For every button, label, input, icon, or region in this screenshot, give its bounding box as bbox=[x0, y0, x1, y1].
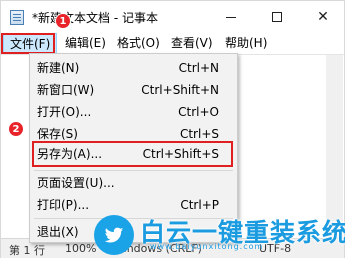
twitter-bird-logo bbox=[94, 215, 134, 255]
watermark: 白云一键重装系统 www.baiyunxitong.com bbox=[94, 213, 345, 255]
menu-item-new-window[interactable]: 新窗口(W) Ctrl+Shift+N bbox=[30, 79, 237, 101]
menu-item-label: 退出(X) bbox=[37, 225, 79, 239]
step-badge-1: 1 bbox=[55, 13, 71, 29]
menu-edit[interactable]: 编辑(E) bbox=[59, 33, 112, 54]
menu-item-shortcut: Ctrl+O bbox=[178, 105, 219, 119]
menu-format[interactable]: 格式(O) bbox=[111, 33, 166, 54]
title-bar: *新建文本文档 - 记事本 ✕ bbox=[1, 1, 344, 33]
menu-item-new[interactable]: 新建(N) Ctrl+N bbox=[30, 57, 237, 79]
menu-item-label: 新窗口(W) bbox=[37, 83, 95, 97]
maximize-icon bbox=[272, 12, 282, 22]
menu-help[interactable]: 帮助(H) bbox=[219, 33, 273, 54]
menu-item-shortcut: Ctrl+Shift+N bbox=[141, 83, 219, 97]
status-position: 第 1 行 bbox=[9, 244, 45, 257]
menu-item-label: 打开(O)... bbox=[37, 105, 92, 119]
step-badge-2: 2 bbox=[8, 121, 24, 137]
watermark-url: www.baiyunxitong.com bbox=[150, 242, 264, 251]
menu-item-label: 打印(P)... bbox=[37, 198, 90, 212]
notepad-icon bbox=[10, 10, 24, 25]
window-title: *新建文本文档 - 记事本 bbox=[32, 11, 158, 25]
menu-item-page-setup[interactable]: 页面设置(U)... bbox=[30, 172, 237, 194]
menu-item-label: 新建(N) bbox=[37, 61, 80, 75]
minimize-icon bbox=[226, 16, 236, 18]
menu-separator bbox=[34, 170, 233, 171]
menu-item-shortcut: Ctrl+N bbox=[178, 61, 219, 75]
file-menu-highlight-box bbox=[1, 33, 55, 54]
maximize-button[interactable] bbox=[254, 1, 300, 33]
menu-item-label: 页面设置(U)... bbox=[37, 176, 115, 190]
save-as-highlight-box bbox=[32, 141, 233, 167]
menu-item-open[interactable]: 打开(O)... Ctrl+O bbox=[30, 101, 237, 123]
minimize-button[interactable] bbox=[208, 1, 254, 33]
status-zoom: 100% bbox=[65, 242, 97, 255]
vertical-scrollbar[interactable] bbox=[326, 55, 343, 238]
menu-view[interactable]: 查看(V) bbox=[165, 33, 219, 54]
bird-icon bbox=[104, 227, 124, 243]
close-button[interactable]: ✕ bbox=[300, 1, 345, 33]
